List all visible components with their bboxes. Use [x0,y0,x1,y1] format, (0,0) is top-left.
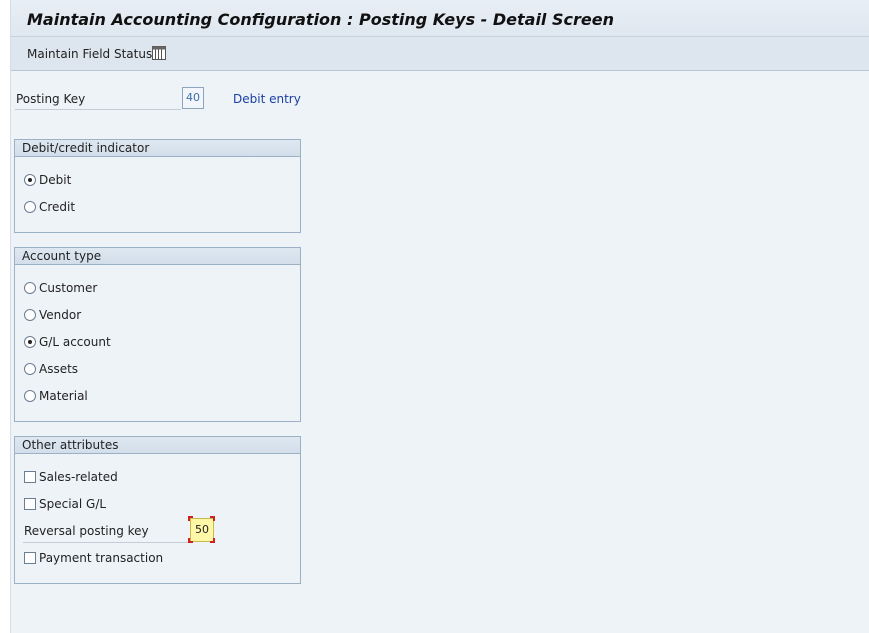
reversal-posting-key-label: Reversal posting key [24,524,149,538]
debit-credit-heading: Debit/credit indicator [15,140,300,157]
focus-corner-bl [188,538,193,543]
title-bar: Maintain Accounting Configuration : Post… [11,0,869,37]
posting-key-label: Posting Key [16,92,86,106]
radio-customer-button[interactable] [24,282,36,294]
radio-credit-button[interactable] [24,201,36,213]
maintain-field-status-button[interactable]: Maintain Field Status [27,47,152,61]
account-type-heading: Account type [15,248,300,265]
reversal-posting-key-underline [23,542,189,543]
page-title: Maintain Accounting Configuration : Post… [27,10,614,29]
special-gl-checkbox[interactable] [24,498,36,510]
app-window: Maintain Accounting Configuration : Post… [10,0,869,633]
radio-customer-label: Customer [39,281,98,295]
radio-gl-account-label: G/L account [39,335,111,349]
payment-transaction-checkbox[interactable] [24,552,36,564]
posting-key-description: Debit entry [233,92,301,106]
other-attributes-heading: Other attributes [15,437,300,454]
account-type-group: Account type Customer Vendor G/L account… [14,247,301,422]
focus-corner-tl [188,516,193,521]
other-attributes-group: Other attributes Sales-related Special G… [14,436,301,584]
radio-debit-label: Debit [39,173,72,187]
posting-key-underline [15,109,181,110]
radio-assets-button[interactable] [24,363,36,375]
application-toolbar: Maintain Field Status [11,37,869,71]
payment-transaction-label: Payment transaction [39,551,164,565]
radio-vendor-button[interactable] [24,309,36,321]
radio-assets-label: Assets [39,362,79,376]
radio-vendor-label: Vendor [39,308,82,322]
special-gl-label: Special G/L [39,497,107,511]
posting-key-field[interactable]: 40 [182,87,204,109]
debit-credit-group: Debit/credit indicator Debit Credit [14,139,301,233]
focus-corner-br [210,538,215,543]
sales-related-label: Sales-related [39,470,118,484]
radio-debit-button[interactable] [24,174,36,186]
radio-gl-account-button[interactable] [24,336,36,348]
radio-credit-label: Credit [39,200,76,214]
radio-material-button[interactable] [24,390,36,402]
focus-corner-tr [210,516,215,521]
radio-material-label: Material [39,389,88,403]
table-grid-icon[interactable] [152,46,166,60]
sales-related-checkbox[interactable] [24,471,36,483]
